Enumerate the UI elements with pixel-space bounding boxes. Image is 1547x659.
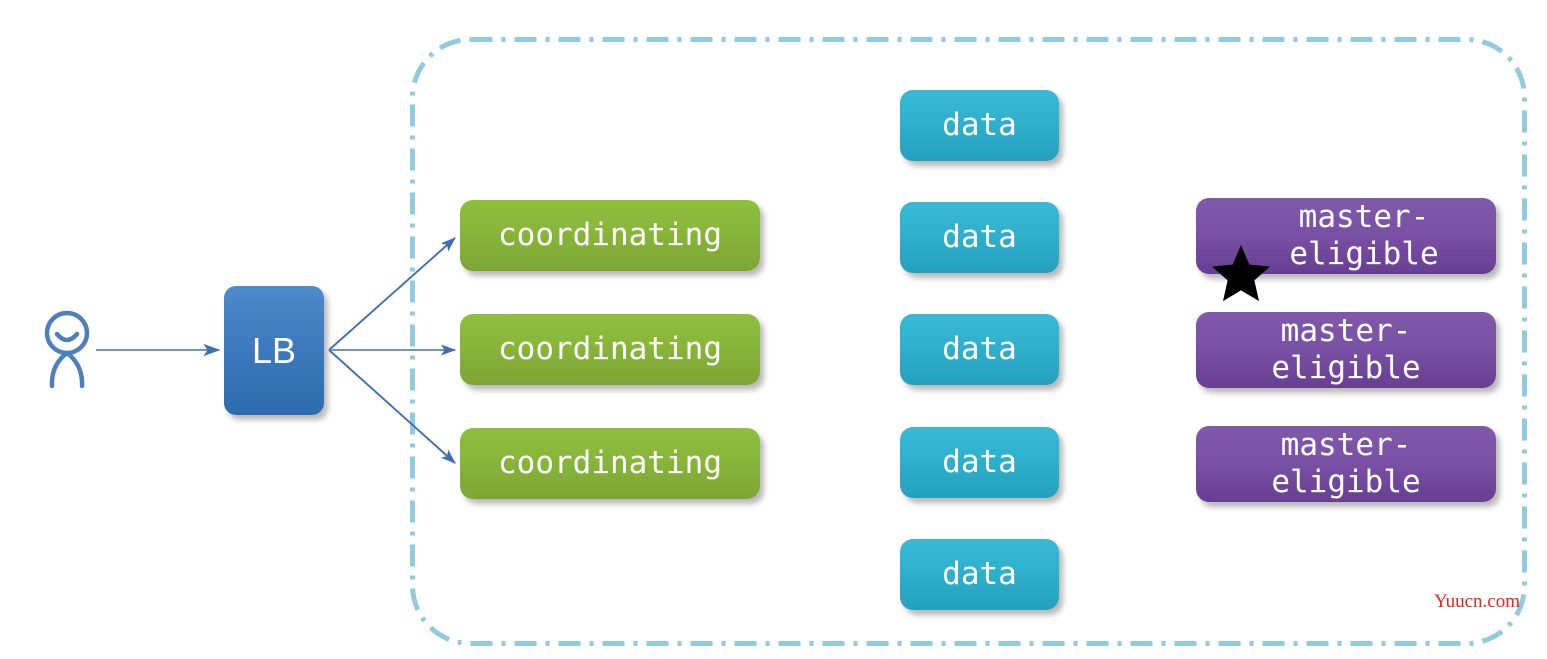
data-node-5[interactable]: data bbox=[900, 539, 1059, 610]
person-icon bbox=[40, 308, 96, 388]
arrow-lb-to-coordinating-1 bbox=[328, 237, 456, 351]
master-eligible-node-1[interactable]: master- eligible bbox=[1196, 198, 1496, 301]
data-node-4-label: data bbox=[942, 444, 1017, 481]
coordinating-node-2-label: coordinating bbox=[498, 331, 722, 368]
load-balancer-node[interactable]: LB bbox=[224, 286, 324, 415]
data-node-1[interactable]: data bbox=[900, 90, 1059, 161]
load-balancer-label: LB bbox=[251, 329, 297, 371]
master-eligible-node-1-label: master- eligible bbox=[1289, 199, 1439, 272]
data-node-1-label: data bbox=[942, 107, 1017, 144]
data-node-4[interactable]: data bbox=[900, 427, 1059, 498]
data-node-3[interactable]: data bbox=[900, 314, 1059, 385]
diagram-canvas: LB coordinating coordinating coordinatin… bbox=[0, 0, 1547, 659]
data-node-5-label: data bbox=[942, 556, 1017, 593]
master-eligible-node-2[interactable]: master- eligible bbox=[1196, 312, 1496, 388]
master-eligible-node-3-label: master- eligible bbox=[1271, 427, 1421, 500]
watermark: Yuucn.com bbox=[1434, 591, 1521, 612]
data-node-3-label: data bbox=[942, 331, 1017, 368]
coordinating-node-1-label: coordinating bbox=[498, 217, 722, 254]
data-node-2-label: data bbox=[942, 219, 1017, 256]
coordinating-node-3-label: coordinating bbox=[498, 445, 722, 482]
arrow-lb-to-coordinating-3 bbox=[328, 349, 456, 464]
data-node-2[interactable]: data bbox=[900, 202, 1059, 273]
master-eligible-node-2-label: master- eligible bbox=[1271, 313, 1421, 386]
coordinating-node-3[interactable]: coordinating bbox=[460, 428, 760, 499]
coordinating-node-2[interactable]: coordinating bbox=[460, 314, 760, 385]
master-eligible-node-3[interactable]: master- eligible bbox=[1196, 426, 1496, 502]
coordinating-node-1[interactable]: coordinating bbox=[460, 200, 760, 271]
